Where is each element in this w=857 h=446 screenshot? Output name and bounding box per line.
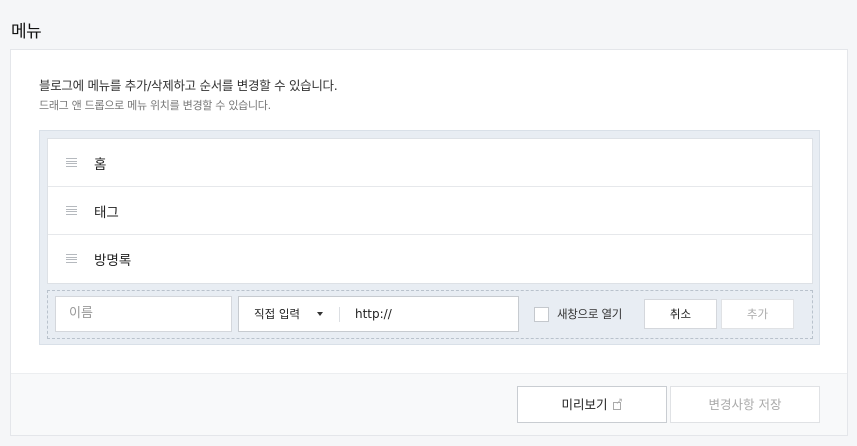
drag-handle-icon[interactable] xyxy=(66,206,77,215)
save-changes-button[interactable]: 변경사항 저장 xyxy=(670,386,820,423)
footer-actions: 미리보기 ↗ 변경사항 저장 xyxy=(11,373,847,435)
preview-label: 미리보기 xyxy=(561,397,608,412)
external-link-icon: ↗ xyxy=(612,397,623,410)
menu-list: 홈 태그 방명록 xyxy=(47,138,813,284)
menu-item-label: 방명록 xyxy=(94,253,132,269)
page-title: 메뉴 xyxy=(11,22,42,42)
menu-name-input[interactable]: 이름 xyxy=(55,296,232,332)
url-input[interactable]: http:// xyxy=(355,297,392,331)
preview-button[interactable]: 미리보기 ↗ xyxy=(517,386,667,423)
description-sub: 드래그 앤 드롭으로 메뉴 위치를 변경할 수 있습니다. xyxy=(39,99,271,112)
menu-item-guestbook[interactable]: 방명록 xyxy=(48,235,812,283)
new-window-option[interactable]: 새창으로 열기 xyxy=(534,306,622,322)
add-menu-row: 이름 직접 입력 http:// 새창으로 열기 취소 추가 xyxy=(47,290,813,339)
menu-item-tag[interactable]: 태그 xyxy=(48,187,812,235)
menu-item-label: 홈 xyxy=(94,156,107,173)
menu-settings-panel: 블로그에 메뉴를 추가/삭제하고 순서를 변경할 수 있습니다. 드래그 앤 드… xyxy=(10,49,848,436)
link-type-selected: 직접 입력 xyxy=(254,307,300,321)
description-main: 블로그에 메뉴를 추가/삭제하고 순서를 변경할 수 있습니다. xyxy=(39,78,338,93)
menu-item-home[interactable]: 홈 xyxy=(48,139,812,187)
menu-editor: 홈 태그 방명록 이름 직접 입력 http:// 새창으로 열기 취소 추가 xyxy=(39,130,820,345)
divider xyxy=(339,307,340,322)
caret-down-icon xyxy=(317,312,323,316)
link-type-select[interactable]: 직접 입력 xyxy=(239,297,339,331)
new-window-checkbox[interactable] xyxy=(534,306,549,322)
new-window-label[interactable]: 새창으로 열기 xyxy=(557,306,622,322)
add-button[interactable]: 추가 xyxy=(721,299,794,329)
url-field-group: 직접 입력 http:// xyxy=(238,296,519,332)
drag-handle-icon[interactable] xyxy=(66,158,77,167)
cancel-button[interactable]: 취소 xyxy=(644,299,717,329)
drag-handle-icon[interactable] xyxy=(66,254,77,263)
menu-item-label: 태그 xyxy=(94,204,119,221)
